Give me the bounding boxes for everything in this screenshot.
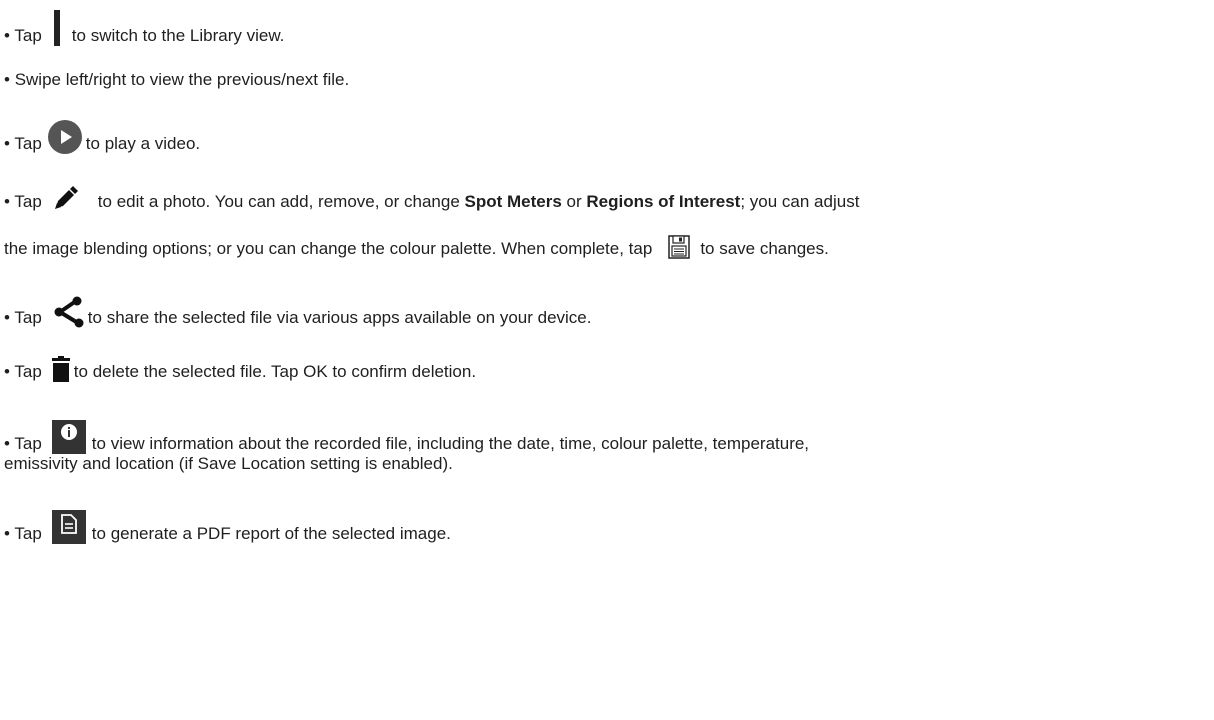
share-icon [54, 296, 84, 328]
tap-label: Tap [14, 134, 42, 153]
delete-instruction: • Tap to delete the selected file. Tap O… [4, 356, 476, 382]
delete-text: to delete the selected file. Tap OK to c… [73, 362, 477, 381]
info-instruction-continued: emissivity and location (if Save Locatio… [4, 454, 453, 474]
bullet: • [4, 192, 10, 211]
share-text: to share the selected file via various a… [87, 308, 592, 327]
info-cont-text: emissivity and location (if Save Locatio… [4, 454, 453, 473]
bullet: • [4, 26, 10, 45]
library-instruction: • Tap to switch to the Library view. [4, 10, 284, 46]
tap-label: Tap [14, 192, 42, 211]
tap-label: Tap [14, 308, 42, 327]
edit-cont-text: the image blending options; or you can c… [4, 239, 653, 258]
spot-meters-term: Spot Meters [464, 192, 562, 211]
bullet: • [4, 362, 10, 381]
info-instruction: • Tap to view information about the recor… [4, 420, 809, 454]
play-icon [47, 120, 82, 154]
edit-text-a: to edit a photo. You can add, remove, or… [97, 192, 465, 211]
bullet: • [4, 308, 10, 327]
bullet: • [4, 70, 10, 89]
help-page: • Tap to switch to the Library view. • Sw… [0, 0, 1214, 720]
info-icon [51, 420, 86, 454]
edit-instruction-continued: the image blending options; or you can c… [4, 235, 829, 259]
info-text: to view information about the recorded f… [91, 434, 810, 453]
save-icon [668, 235, 691, 259]
swipe-instruction: • Swipe left/right to view the previous/… [4, 70, 349, 90]
tap-label: Tap [14, 26, 42, 45]
library-text: to switch to the Library view. [71, 26, 285, 45]
play-instruction: • Tap to play a video. [4, 120, 200, 154]
trash-icon [51, 356, 70, 382]
tap-label: Tap [14, 362, 42, 381]
pencil-icon [52, 186, 78, 212]
tap-label: Tap [14, 524, 42, 543]
play-text: to play a video. [85, 134, 201, 153]
share-instruction: • Tap to share the selected file via var… [4, 296, 591, 328]
edit-text-or: or [561, 192, 587, 211]
document-icon [51, 510, 86, 544]
bullet: • [4, 434, 10, 453]
tap-label: Tap [14, 434, 42, 453]
bullet: • [4, 134, 10, 153]
swipe-text: Swipe left/right to view the previous/ne… [14, 70, 350, 89]
grid-icon [53, 10, 60, 46]
pdf-instruction: • Tap to generate a PDF report of the se… [4, 510, 451, 544]
bullet: • [4, 524, 10, 543]
regions-of-interest-term: Regions of Interest [586, 192, 741, 211]
edit-text-b: ; you can adjust [740, 192, 860, 211]
edit-instruction: • Tap to edit a photo. You can add, remo… [4, 186, 859, 212]
pdf-text: to generate a PDF report of the selected… [91, 524, 451, 543]
edit-end-text: to save changes. [700, 239, 829, 258]
